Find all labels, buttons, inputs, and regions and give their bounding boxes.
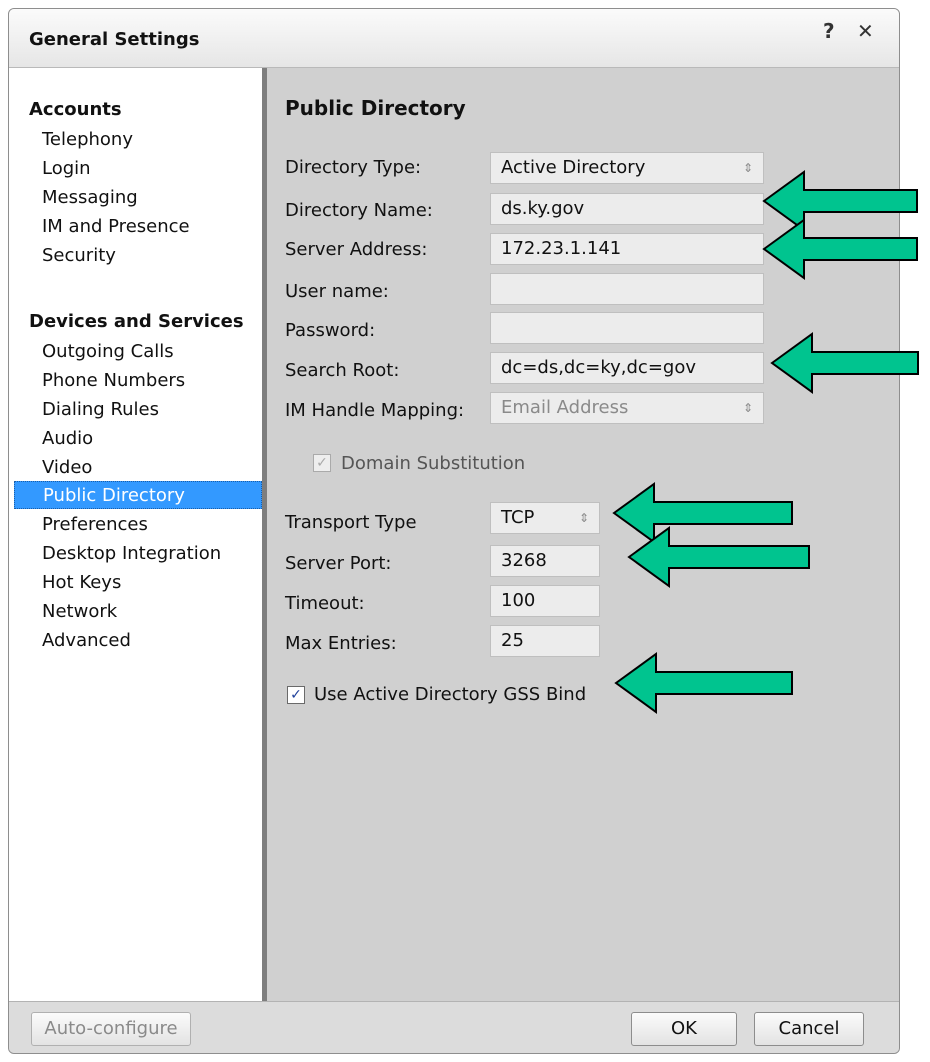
annotation-arrow-server-port	[627, 526, 810, 588]
page-title: Public Directory	[285, 96, 466, 120]
transport-type-select[interactable]: TCP ⇕	[490, 502, 600, 534]
annotation-arrow-server-address	[762, 218, 918, 280]
sidebar-item-im-and-presence[interactable]: IM and Presence	[14, 213, 262, 241]
sidebar-item-login[interactable]: Login	[14, 155, 262, 183]
sidebar-header-accounts: Accounts	[29, 99, 122, 120]
select-arrows-icon: ⇕	[742, 401, 753, 415]
im-handle-mapping-label: IM Handle Mapping:	[285, 400, 465, 421]
gss-bind-label: Use Active Directory GSS Bind	[314, 684, 587, 705]
sidebar-header-devices: Devices and Services	[29, 311, 244, 332]
sidebar-item-telephony[interactable]: Telephony	[14, 126, 262, 154]
search-root-label: Search Root:	[285, 360, 400, 381]
directory-type-select[interactable]: Active Directory ⇕	[490, 152, 764, 184]
im-handle-mapping-value: Email Address	[501, 397, 629, 418]
server-port-label: Server Port:	[285, 553, 392, 574]
directory-type-value: Active Directory	[501, 157, 646, 178]
sidebar-item-outgoing-calls[interactable]: Outgoing Calls	[14, 338, 262, 366]
transport-type-value: TCP	[501, 507, 535, 528]
annotation-arrow-search-root	[770, 332, 919, 394]
max-entries-label: Max Entries:	[285, 633, 397, 654]
title-bar: General Settings ? ✕	[9, 9, 899, 68]
timeout-label: Timeout:	[285, 593, 365, 614]
password-label: Password:	[285, 320, 376, 341]
sidebar-item-hot-keys[interactable]: Hot Keys	[14, 569, 262, 597]
sidebar-item-phone-numbers[interactable]: Phone Numbers	[14, 367, 262, 395]
sidebar-item-advanced[interactable]: Advanced	[14, 627, 262, 655]
user-name-input[interactable]	[490, 273, 764, 305]
search-root-input[interactable]: dc=ds,dc=ky,dc=gov	[490, 352, 764, 384]
max-entries-input[interactable]: 25	[490, 625, 600, 657]
domain-substitution-checkbox[interactable]: ✓	[313, 454, 331, 472]
timeout-input[interactable]: 100	[490, 585, 600, 617]
select-arrows-icon: ⇕	[578, 511, 589, 525]
password-input[interactable]	[490, 312, 764, 344]
sidebar-item-desktop-integration[interactable]: Desktop Integration	[14, 540, 262, 568]
cancel-button[interactable]: Cancel	[754, 1012, 864, 1046]
auto-configure-button[interactable]: Auto-configure	[31, 1012, 191, 1046]
sidebar-item-video[interactable]: Video	[14, 454, 262, 482]
sidebar-item-network[interactable]: Network	[14, 598, 262, 626]
annotation-arrow-gss-bind	[614, 652, 793, 714]
sidebar-item-preferences[interactable]: Preferences	[14, 511, 262, 539]
gss-bind-checkbox[interactable]: ✓	[287, 686, 305, 704]
user-name-label: User name:	[285, 281, 389, 302]
server-address-input[interactable]: 172.23.1.141	[490, 233, 764, 265]
directory-type-label: Directory Type:	[285, 157, 422, 178]
ok-button[interactable]: OK	[631, 1012, 737, 1046]
sidebar-item-security[interactable]: Security	[14, 242, 262, 270]
settings-sidebar: Accounts Telephony Login Messaging IM an…	[9, 68, 267, 1001]
select-arrows-icon: ⇕	[742, 161, 753, 175]
transport-type-label: Transport Type	[285, 512, 417, 533]
domain-substitution-label: Domain Substitution	[341, 453, 526, 474]
dialog-title: General Settings	[29, 29, 200, 50]
directory-name-label: Directory Name:	[285, 200, 433, 221]
help-icon[interactable]: ?	[823, 19, 835, 43]
directory-name-input[interactable]: ds.ky.gov	[490, 193, 764, 225]
dialog-footer: Auto-configure OK Cancel	[9, 1001, 899, 1053]
server-port-input[interactable]: 3268	[490, 545, 600, 577]
sidebar-item-messaging[interactable]: Messaging	[14, 184, 262, 212]
sidebar-item-dialing-rules[interactable]: Dialing Rules	[14, 396, 262, 424]
sidebar-item-audio[interactable]: Audio	[14, 425, 262, 453]
server-address-label: Server Address:	[285, 239, 428, 260]
im-handle-mapping-select[interactable]: Email Address ⇕	[490, 392, 764, 424]
close-icon[interactable]: ✕	[857, 19, 874, 43]
sidebar-item-public-directory[interactable]: Public Directory	[14, 481, 262, 509]
